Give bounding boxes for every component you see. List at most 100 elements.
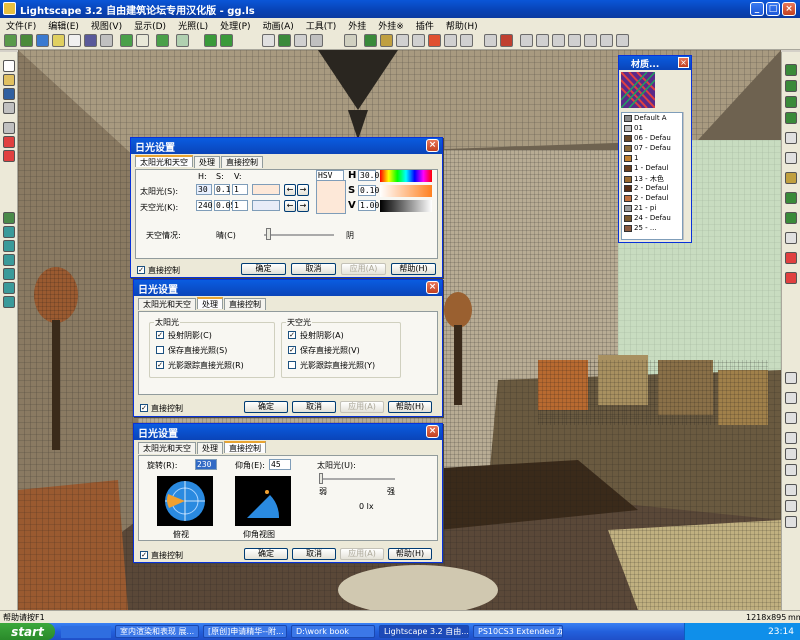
toolbar-icon-8[interactable] xyxy=(120,34,133,47)
toolbar-icon-4[interactable] xyxy=(52,34,65,47)
menu-view[interactable]: 视图(V) xyxy=(85,19,128,32)
rotate-icon[interactable] xyxy=(460,34,473,47)
sun-store-direct-checkbox[interactable] xyxy=(156,346,164,354)
task-item-1[interactable]: 室内渲染和表现 展... xyxy=(115,625,199,638)
menu-display[interactable]: 显示(D) xyxy=(128,19,172,32)
sky-s-field[interactable]: 0.05 xyxy=(214,200,235,211)
tab-process[interactable]: 处理 xyxy=(197,442,223,454)
cube-icon-2[interactable] xyxy=(3,240,15,252)
help-button[interactable]: 帮助(H) xyxy=(388,401,432,413)
dialog-close-button[interactable]: × xyxy=(426,425,439,438)
elevation-view-compass[interactable] xyxy=(235,476,291,526)
dialog-close-button[interactable]: × xyxy=(426,281,439,294)
material-item[interactable]: Default A xyxy=(624,114,682,123)
direct-control-checkbox[interactable]: ✓ xyxy=(140,404,148,412)
tab-direct-control[interactable]: 直接控制 xyxy=(224,298,266,310)
right-tool-9-icon[interactable] xyxy=(785,212,797,224)
toolbar-icon-31[interactable] xyxy=(568,34,581,47)
top-view-compass[interactable] xyxy=(157,476,213,526)
toolbar-icon-13[interactable] xyxy=(220,34,233,47)
sky-left-arrow-button[interactable]: ← xyxy=(284,200,296,212)
right-tool-14-icon[interactable] xyxy=(785,392,797,404)
tab-sun-sky[interactable]: 太阳光和天空 xyxy=(138,442,196,454)
task-item-4[interactable]: Lightscape 3.2 自由... xyxy=(379,625,469,638)
maximize-button[interactable]: □ xyxy=(766,2,780,16)
sun-s-field[interactable]: 0.1 xyxy=(214,184,230,195)
select-icon[interactable] xyxy=(3,212,15,224)
help-button[interactable]: 帮助(H) xyxy=(391,263,436,275)
undo-icon[interactable] xyxy=(3,102,15,114)
toolbar-icon-20[interactable] xyxy=(380,34,393,47)
right-tool-11-icon[interactable] xyxy=(785,252,797,264)
toolbar-icon-32[interactable] xyxy=(584,34,597,47)
material-item[interactable]: 25 - ... xyxy=(624,224,682,233)
cube-icon-1[interactable] xyxy=(3,226,15,238)
menu-tools[interactable]: 工具(T) xyxy=(300,19,343,32)
right-tool-13-icon[interactable] xyxy=(785,372,797,384)
sky-h-field[interactable]: 240 xyxy=(196,200,212,211)
apply-button[interactable]: 应用(A) xyxy=(340,548,384,560)
right-tool-19-icon[interactable] xyxy=(785,484,797,496)
sun-cast-shadow-checkbox[interactable]: ✓ xyxy=(156,331,164,339)
toolbar-icon-5[interactable] xyxy=(68,34,81,47)
toolbar-icon-15[interactable] xyxy=(278,34,291,47)
menu-addons[interactable]: 插件 xyxy=(410,19,440,32)
toolbar-icon-30[interactable] xyxy=(552,34,565,47)
toolbar-icon-1[interactable] xyxy=(4,34,17,47)
material-list-scrollbar[interactable] xyxy=(683,112,691,240)
material-item[interactable]: 06 - Defau xyxy=(624,134,682,143)
sky-condition-slider[interactable] xyxy=(264,234,334,236)
h-value-field[interactable]: 30.0 xyxy=(358,170,379,181)
close-button[interactable]: × xyxy=(782,2,796,16)
right-tool-5-icon[interactable] xyxy=(785,132,797,144)
toolbar-icon-17[interactable] xyxy=(310,34,323,47)
tab-process[interactable]: 处理 xyxy=(194,156,220,168)
pan-icon[interactable] xyxy=(428,34,441,47)
sun-h-field[interactable]: 30 xyxy=(196,184,212,195)
material-item[interactable]: 13 - 木色 xyxy=(624,174,682,183)
direct-control-checkbox[interactable]: ✓ xyxy=(137,266,145,274)
menu-edit[interactable]: 编辑(E) xyxy=(42,19,85,32)
menu-animation[interactable]: 动画(A) xyxy=(257,19,300,32)
tab-direct-control[interactable]: 直接控制 xyxy=(221,156,263,168)
toolbar-icon-6[interactable] xyxy=(84,34,97,47)
toolbar-icon-7[interactable] xyxy=(100,34,113,47)
materials-close-button[interactable]: × xyxy=(678,57,689,68)
material-list[interactable]: Default A 01 06 - Defau 07 - Defau 1 1 - Defa… xyxy=(621,112,683,240)
sky-right-arrow-button[interactable]: → xyxy=(297,200,309,212)
material-item[interactable]: 21 - pi xyxy=(624,204,682,213)
rotate-field[interactable]: 230 xyxy=(195,459,217,470)
tab-sun-sky[interactable]: 太阳光和天空 xyxy=(138,298,196,310)
right-tool-2-icon[interactable] xyxy=(785,80,797,92)
save-icon[interactable] xyxy=(3,88,15,100)
color-mode-select[interactable]: HSV xyxy=(316,170,344,181)
start-button[interactable]: start xyxy=(0,623,55,640)
toolbar-icon-14[interactable] xyxy=(262,34,275,47)
elevation-field[interactable]: 45 xyxy=(269,459,291,470)
ok-button[interactable]: 确定 xyxy=(244,548,288,560)
cube-icon-4[interactable] xyxy=(3,268,15,280)
task-item-5[interactable]: PS10CS3 Extended 龙... xyxy=(473,625,563,638)
ok-button[interactable]: 确定 xyxy=(241,263,286,275)
apply-button[interactable]: 应用(A) xyxy=(341,263,386,275)
right-tool-7-icon[interactable] xyxy=(785,172,797,184)
toolbar-icon-10[interactable] xyxy=(156,34,169,47)
toolbar-icon-29[interactable] xyxy=(536,34,549,47)
right-tool-6-icon[interactable] xyxy=(785,152,797,164)
right-tool-8-icon[interactable] xyxy=(785,192,797,204)
toolbar-icon-28[interactable] xyxy=(520,34,533,47)
sky-v-field[interactable]: 1 xyxy=(232,200,248,211)
task-item-3[interactable]: D:\work book xyxy=(291,625,375,638)
open-file-icon[interactable] xyxy=(3,74,15,86)
toolbar-icon-12[interactable] xyxy=(204,34,217,47)
cancel-button[interactable]: 取消 xyxy=(291,263,336,275)
sun-raytrace-checkbox[interactable]: ✓ xyxy=(156,361,164,369)
toolbar-icon-9[interactable] xyxy=(136,34,149,47)
zoom-icon[interactable] xyxy=(396,34,409,47)
toolbar-icon-34[interactable] xyxy=(616,34,629,47)
right-tool-21-icon[interactable] xyxy=(785,516,797,528)
material-item[interactable]: 01 xyxy=(624,124,682,133)
right-tool-10-icon[interactable] xyxy=(785,232,797,244)
walk-icon[interactable] xyxy=(600,34,613,47)
menu-plugin2[interactable]: 外挂※ xyxy=(372,19,410,32)
